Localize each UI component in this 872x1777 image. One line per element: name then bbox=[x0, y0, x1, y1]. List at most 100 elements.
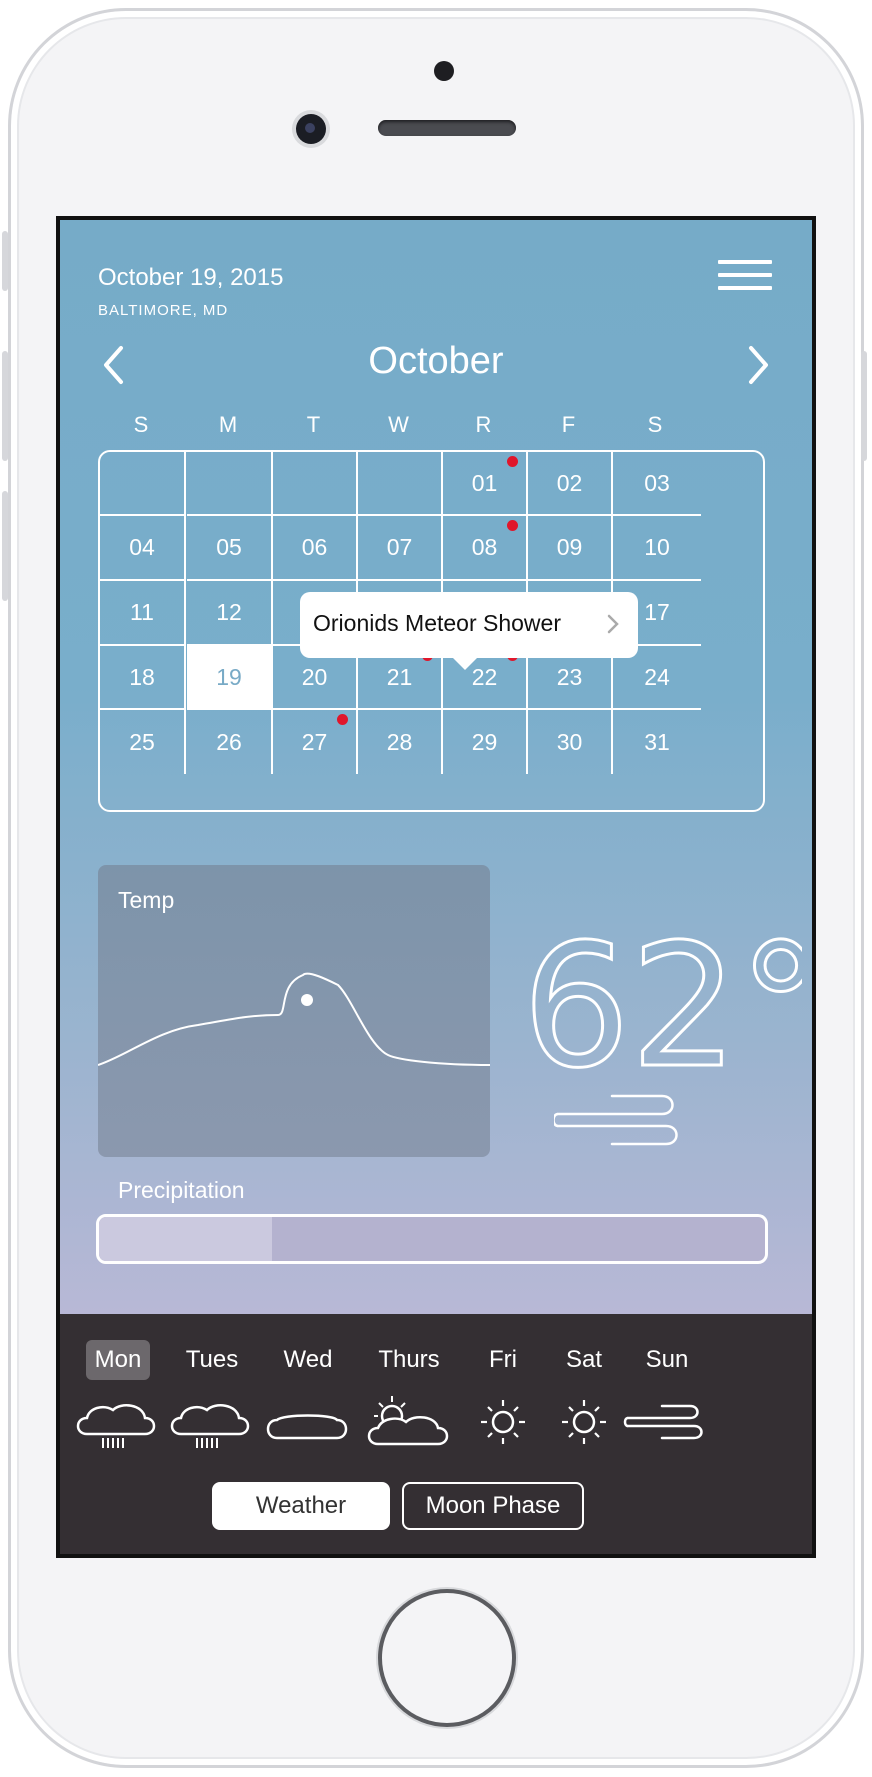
app-background: October 19, 2015 BALTIMORE, MD October S… bbox=[60, 220, 812, 1554]
event-tooltip[interactable]: Orionids Meteor Shower bbox=[300, 592, 638, 670]
calendar-day-number: 02 bbox=[556, 469, 583, 496]
partly-sunny-icon bbox=[367, 1396, 449, 1446]
weekday-label: M bbox=[218, 412, 238, 437]
current-date: October 19, 2015 bbox=[98, 264, 284, 291]
calendar-day-number: 12 bbox=[216, 599, 242, 625]
weekday-label: S bbox=[133, 412, 149, 437]
calendar-day-number: 06 bbox=[301, 534, 328, 560]
screen: October 19, 2015 BALTIMORE, MD October S… bbox=[56, 216, 816, 1558]
calendar-empty-cell bbox=[100, 452, 186, 516]
calendar-day-number: 09 bbox=[556, 534, 583, 560]
calendar-day-01[interactable]: 01 bbox=[443, 452, 528, 516]
temp-chart-card[interactable]: Temp bbox=[98, 865, 490, 1157]
calendar-day-number: 03 bbox=[644, 469, 670, 496]
event-dot bbox=[507, 520, 518, 531]
precipitation-fill bbox=[99, 1217, 273, 1261]
calendar-day-31[interactable]: 31 bbox=[613, 710, 701, 774]
calendar-day-30[interactable]: 30 bbox=[528, 710, 613, 774]
temp-line bbox=[98, 972, 490, 1066]
calendar-day-02[interactable]: 02 bbox=[528, 452, 613, 516]
calendar-day-number: 21 bbox=[386, 663, 413, 690]
calendar-day-09[interactable]: 09 bbox=[528, 516, 613, 581]
calendar-empty-cell bbox=[358, 452, 443, 516]
calendar-day-number: 20 bbox=[301, 663, 328, 690]
calendar-empty-cell bbox=[273, 452, 358, 516]
calendar-day-26[interactable]: 26 bbox=[187, 710, 273, 774]
chevron-right-icon bbox=[607, 614, 619, 634]
event-dot bbox=[507, 456, 518, 467]
precipitation-bar bbox=[96, 1214, 768, 1264]
calendar-day-19[interactable]: 19 bbox=[187, 646, 273, 710]
calendar-day-18[interactable]: 18 bbox=[100, 646, 186, 710]
temp-current-point bbox=[301, 994, 313, 1006]
calendar-day-number: 11 bbox=[130, 599, 154, 625]
calendar-day-number: 08 bbox=[471, 534, 498, 560]
forecast-day-thurs[interactable]: Thurs bbox=[364, 1340, 454, 1380]
location-label: BALTIMORE, MD bbox=[98, 302, 229, 319]
weekday-label: R bbox=[475, 412, 492, 437]
sun-icon bbox=[562, 1400, 606, 1444]
calendar-empty-cell bbox=[187, 452, 273, 516]
calendar-day-04[interactable]: 04 bbox=[100, 516, 186, 581]
temp-curve bbox=[98, 972, 490, 1066]
calendar-day-11[interactable]: 11 bbox=[100, 581, 186, 646]
calendar-day-10[interactable]: 10 bbox=[613, 516, 701, 581]
proximity-sensor bbox=[434, 61, 454, 81]
calendar-day-number: 23 bbox=[556, 663, 583, 690]
rain-cloud-icon bbox=[76, 1404, 156, 1448]
home-button[interactable] bbox=[378, 1589, 516, 1727]
calendar-day-number: 29 bbox=[471, 728, 498, 755]
calendar-day-number: 04 bbox=[129, 534, 155, 560]
volume-down-button bbox=[2, 491, 8, 601]
calendar-day-27[interactable]: 27 bbox=[273, 710, 358, 774]
calendar-day-number: 18 bbox=[129, 663, 155, 690]
hamburger-menu-icon[interactable] bbox=[718, 260, 772, 296]
weekday-label: S bbox=[647, 412, 663, 437]
calendar-day-number: 01 bbox=[471, 469, 498, 496]
rain-cloud-icon bbox=[170, 1404, 250, 1448]
calendar-day-03[interactable]: 03 bbox=[613, 452, 701, 516]
forecast-panel: Mon Tues Wed Thurs Fri Sat Sun Weather Moon Ph… bbox=[60, 1314, 812, 1554]
calendar-day-number: 30 bbox=[556, 728, 583, 755]
calendar-day-12[interactable]: 12 bbox=[187, 581, 273, 646]
weekday-label: T bbox=[306, 412, 321, 437]
calendar-day-number: 27 bbox=[301, 728, 328, 755]
temperature-value: 62° bbox=[522, 908, 802, 1106]
calendar-day-07[interactable]: 07 bbox=[358, 516, 443, 581]
precipitation-label: Precipitation bbox=[118, 1177, 245, 1203]
calendar-day-number: 07 bbox=[386, 534, 413, 560]
calendar-day-number: 24 bbox=[644, 663, 670, 690]
calendar-day-number: 19 bbox=[216, 663, 242, 690]
chevron-right-icon bbox=[749, 346, 768, 384]
tab-weather[interactable]: Weather bbox=[212, 1482, 390, 1530]
wind-icon bbox=[554, 1094, 678, 1146]
weekday-label: F bbox=[561, 412, 576, 437]
forecast-day-mon[interactable]: Mon bbox=[86, 1340, 150, 1380]
forecast-day-fri[interactable]: Fri bbox=[458, 1340, 548, 1380]
event-dot bbox=[337, 714, 348, 725]
tab-moon-phase[interactable]: Moon Phase bbox=[402, 1482, 584, 1530]
calendar-day-06[interactable]: 06 bbox=[273, 516, 358, 581]
forecast-day-sat[interactable]: Sat bbox=[539, 1340, 629, 1380]
weekday-label: W bbox=[388, 412, 409, 437]
forecast-day-sun[interactable]: Sun bbox=[622, 1340, 712, 1380]
calendar-day-25[interactable]: 25 bbox=[100, 710, 186, 774]
forecast-day-tues[interactable]: Tues bbox=[167, 1340, 257, 1380]
cloud-icon bbox=[266, 1414, 348, 1440]
calendar-day-number: 17 bbox=[644, 599, 670, 625]
calendar-day-29[interactable]: 29 bbox=[443, 710, 528, 774]
sun-icon bbox=[481, 1400, 525, 1444]
calendar-day-28[interactable]: 28 bbox=[358, 710, 443, 774]
calendar-day-number: 05 bbox=[216, 534, 242, 560]
wind-icon bbox=[623, 1404, 703, 1440]
calendar-day-number: 25 bbox=[129, 728, 155, 755]
calendar-day-05[interactable]: 05 bbox=[187, 516, 273, 581]
next-month-button[interactable] bbox=[736, 340, 776, 390]
calendar-day-08[interactable]: 08 bbox=[443, 516, 528, 581]
calendar-day-number: 31 bbox=[644, 728, 670, 755]
earpiece-speaker bbox=[378, 120, 516, 136]
forecast-day-wed[interactable]: Wed bbox=[263, 1340, 353, 1380]
front-camera bbox=[296, 114, 326, 144]
calendar-day-number: 10 bbox=[644, 534, 670, 560]
calendar-day-number: 26 bbox=[216, 728, 242, 755]
